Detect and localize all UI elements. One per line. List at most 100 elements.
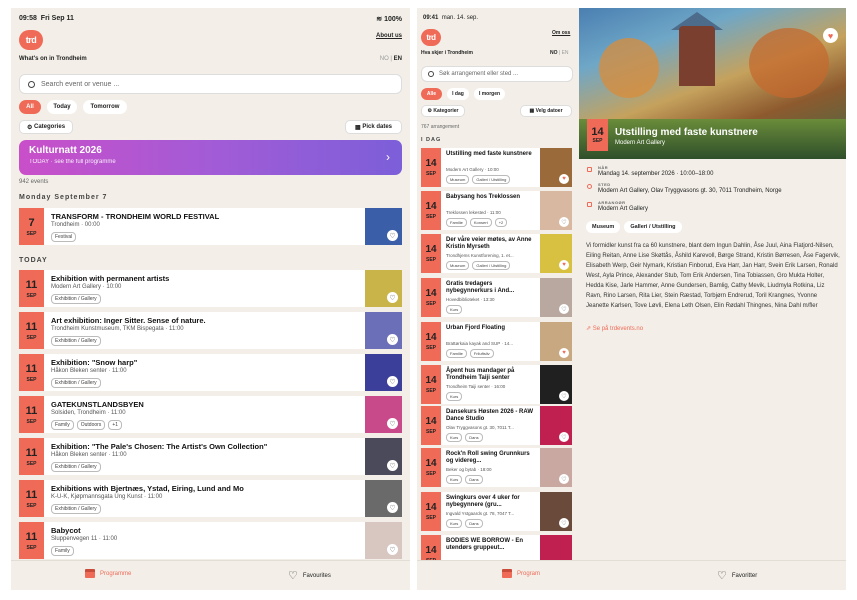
date-badge: 14SEP xyxy=(421,234,441,273)
tag: Dans xyxy=(465,433,483,442)
organizer-icon xyxy=(587,202,592,207)
tab-programme[interactable]: Programme xyxy=(85,569,131,578)
location-icon xyxy=(587,184,592,189)
about-link[interactable]: About us xyxy=(376,33,402,39)
tag: Family xyxy=(51,546,74,556)
heart-icon[interactable]: ♡ xyxy=(559,304,569,314)
event-title: Utstilling med faste kunstnere xyxy=(446,151,532,157)
event-venue: Trondheim Taiji senter · 16:00 xyxy=(446,384,506,389)
date-badge: 14SEP xyxy=(421,148,441,187)
event-row[interactable]: 11 SEP Exhibitions with Bjertnæs, Ystad, … xyxy=(19,480,402,517)
favourite-heart-icon[interactable]: ♥ xyxy=(823,28,838,43)
event-thumbnail xyxy=(365,208,402,245)
heart-icon[interactable]: ♥ xyxy=(559,348,569,358)
event-title: Swingkurs over 4 uker for nybegynnere (g… xyxy=(446,495,520,508)
language-switch[interactable]: NO | EN xyxy=(550,50,569,56)
event-row[interactable]: 14 SEP Urban Fjord Floating Brattørkaia k… xyxy=(421,322,572,361)
tag: Galleri / Utstilling xyxy=(472,261,511,270)
chip-tomorrow[interactable]: Tomorrow xyxy=(83,100,127,114)
event-row[interactable]: 14 SEP Dansekurs Høsten 2026 - RAW Dance … xyxy=(421,406,572,445)
heart-icon[interactable]: ♡ xyxy=(387,544,398,555)
heart-icon[interactable]: ♥ xyxy=(559,260,569,270)
tag: Exhibition / Gallery xyxy=(51,504,101,514)
tagline: What's on in Trondheim xyxy=(19,56,87,62)
tab-favoritter[interactable]: ♡ Favoritter xyxy=(717,569,757,582)
chip-alle[interactable]: Alle xyxy=(421,88,442,100)
banner-title: Kulturnatt 2026 xyxy=(29,145,102,156)
event-tags: Familie Friluftsliv xyxy=(446,349,494,358)
event-row[interactable]: 7 SEP TRANSFORM - TRONDHEIM WORLD FESTIVA… xyxy=(19,208,402,245)
kulturnatt-banner[interactable]: Kulturnatt 2026 TODAY · see the full pro… xyxy=(19,140,402,175)
trd-logo[interactable]: trd xyxy=(19,30,43,50)
event-title: Der våre veier møtes, av Anne Kristin My… xyxy=(446,237,532,250)
tab-program[interactable]: Program xyxy=(502,569,540,578)
search-input[interactable]: Søk arrangement eller sted ... xyxy=(421,66,573,82)
event-row[interactable]: 14 SEP Åpent hus mandager på Trondheim Ta… xyxy=(421,365,572,404)
tag: Dans xyxy=(465,519,483,528)
event-row[interactable]: 11 SEP Art exhibition: Inger Sitter. Sens… xyxy=(19,312,402,349)
heart-icon[interactable]: ♡ xyxy=(559,391,569,401)
event-row[interactable]: 11 SEP Exhibition: "Snow harp" Håkon Blek… xyxy=(19,354,402,391)
tag: +1 xyxy=(108,420,123,430)
date-badge: 11 SEP xyxy=(19,396,44,433)
tag: Exhibition / Gallery xyxy=(51,462,101,472)
event-row[interactable]: 14 SEP Utstilling med faste kunstnere Mod… xyxy=(421,148,572,187)
event-venue: Ingvald Ystgaards gt. 78, 7047 T... xyxy=(446,511,515,516)
categories-button[interactable]: ⚙ Categories xyxy=(19,120,73,134)
tag: Exhibition / Gallery xyxy=(51,294,101,304)
chip-today[interactable]: Today xyxy=(47,100,77,114)
event-count: 942 events xyxy=(19,179,49,185)
heart-icon[interactable]: ♡ xyxy=(387,292,398,303)
event-row[interactable]: 14 SEP Der våre veier møtes, av Anne Kris… xyxy=(421,234,572,273)
pick-dates-button[interactable]: ▦ Velg datoer xyxy=(520,105,572,117)
tag-museum[interactable]: Museum xyxy=(586,221,621,233)
tab-bar: Program ♡ Favoritter xyxy=(417,560,846,590)
heart-icon[interactable]: ♥ xyxy=(559,174,569,184)
event-thumbnail xyxy=(365,312,402,349)
event-row[interactable]: 11 SEP Exhibition: "The Pale's Chosen: Th… xyxy=(19,438,402,475)
language-switch[interactable]: NO | EN xyxy=(380,56,402,62)
chip-all[interactable]: All xyxy=(19,100,41,114)
chip-i-dag[interactable]: I dag xyxy=(447,88,469,100)
section-header-today: TODAY xyxy=(19,257,48,264)
external-link[interactable]: ⇗ Se på trdevents.no xyxy=(586,325,643,332)
status-battery: ≋ 100% xyxy=(376,16,402,23)
event-row[interactable]: 11 SEP Exhibition with permanent artists … xyxy=(19,270,402,307)
event-row[interactable]: 14 SEP Gratis tredagers nybegynnerkurs i … xyxy=(421,278,572,317)
heart-icon[interactable]: ♡ xyxy=(387,376,398,387)
event-tags: Kurs xyxy=(446,392,463,401)
date-badge: 11 SEP xyxy=(19,312,44,349)
tag: Exhibition / Gallery xyxy=(51,378,101,388)
heart-icon[interactable]: ♡ xyxy=(559,432,569,442)
tag-galleri[interactable]: Galleri / Utstilling xyxy=(624,221,682,233)
pick-dates-button[interactable]: ▦ Pick dates xyxy=(345,120,402,134)
heart-icon[interactable]: ♡ xyxy=(387,334,398,345)
event-venue: Solsiden, Trondheim · 11:00 xyxy=(51,410,126,416)
event-row[interactable]: 14 SEP Rock'n Roll swing Grunnkurs og vid… xyxy=(421,448,572,487)
about-link[interactable]: Om oss xyxy=(552,30,570,36)
event-venue: Hovedbiblioteket · 13:30 xyxy=(446,297,495,302)
event-tags: Kurs Dans xyxy=(446,519,483,528)
heart-icon[interactable]: ♡ xyxy=(559,518,569,528)
trd-logo[interactable]: trd xyxy=(421,29,441,46)
heart-icon[interactable]: ♡ xyxy=(387,230,398,241)
status-time: 09:41 man. 14. sep. xyxy=(423,15,479,21)
event-row[interactable]: 14 SEP Babysang hos Treklossen Treklossen… xyxy=(421,191,572,230)
tab-favourites[interactable]: ♡ Favourites xyxy=(288,569,331,582)
date-badge: 14SEP xyxy=(421,448,441,487)
tagline: Hva skjer i Trondheim xyxy=(421,50,473,56)
heart-icon[interactable]: ♡ xyxy=(387,502,398,513)
detail-tags: Museum Galleri / Utstilling xyxy=(586,221,682,233)
event-row[interactable]: 11 SEP GATEKUNSTLANDSBYEN Solsiden, Trond… xyxy=(19,396,402,433)
categories-button[interactable]: ⚙ Kategorier xyxy=(421,105,465,117)
event-venue: Olav Tryggvasons gt. 30, 7011 T... xyxy=(446,425,514,430)
heart-icon[interactable]: ♡ xyxy=(559,474,569,484)
event-row[interactable]: 11 SEP Babycot Sluppenvegen 11 · 11:00 Fa… xyxy=(19,522,402,559)
heart-icon[interactable]: ♡ xyxy=(387,460,398,471)
chip-i-morgen[interactable]: I morgen xyxy=(474,88,505,100)
heart-icon[interactable]: ♡ xyxy=(387,418,398,429)
event-row[interactable]: 14 SEP Swingkurs over 4 uker for nybegynn… xyxy=(421,492,572,531)
heart-icon[interactable]: ♡ xyxy=(559,217,569,227)
search-input[interactable]: Search event or venue ... xyxy=(19,74,402,94)
external-link-icon: ⇗ xyxy=(586,326,593,332)
